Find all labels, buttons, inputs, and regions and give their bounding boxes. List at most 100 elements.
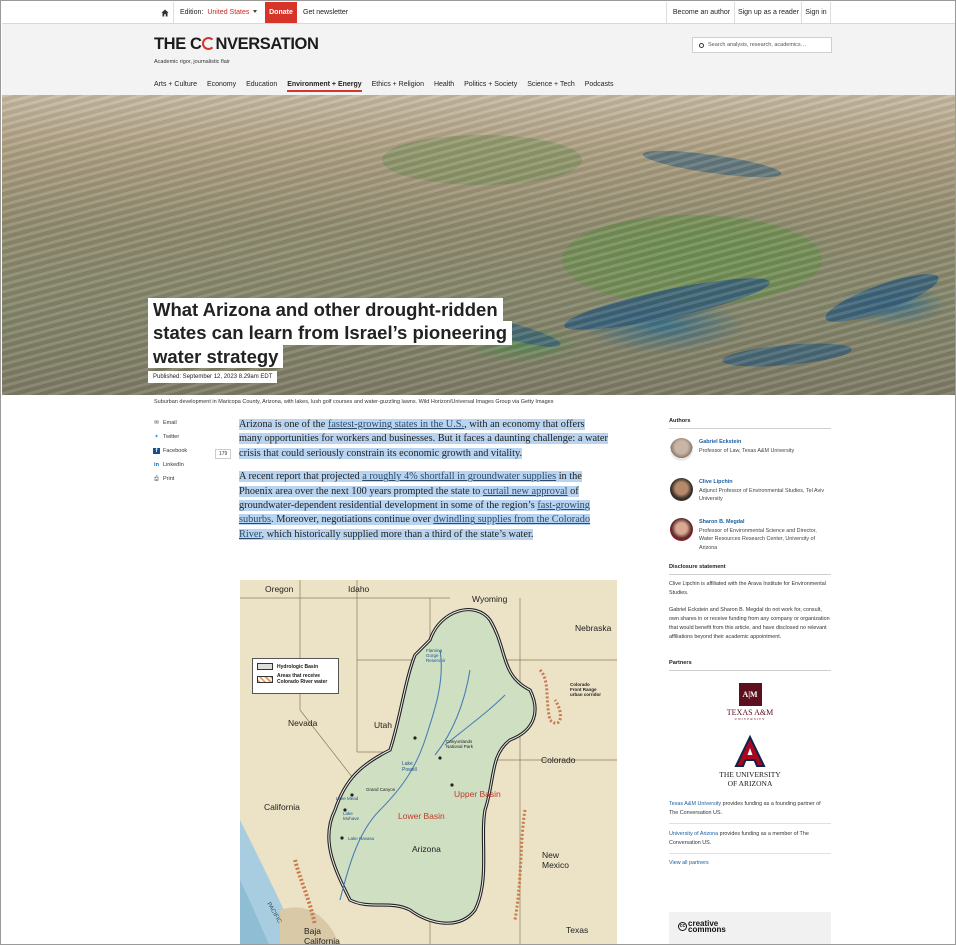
edition-value: United States [207, 9, 250, 16]
texas-am-logo[interactable]: A|M TEXAS A&M UNIVERSITY [669, 683, 831, 721]
map-label-arizona: Arizona [412, 844, 441, 854]
partner-link-arizona[interactable]: University of Arizona [669, 831, 718, 837]
legend-service-swatch [257, 675, 273, 683]
logo-speech-bubble-icon [202, 37, 216, 50]
sign-in-link[interactable]: Sign in [801, 2, 831, 23]
link-groundwater-shortfall[interactable]: a roughly 4% shortfall in groundwater su… [362, 471, 556, 482]
map-legend: Hydrologic Basin Areas that receive Colo… [252, 658, 339, 694]
university-of-arizona-logo[interactable]: THE UNIVERSITY OF ARIZONA [669, 734, 831, 788]
view-all-partners-link[interactable]: View all partners [669, 860, 831, 866]
share-email[interactable]: ✉ Email [153, 420, 177, 426]
texas-am-mark: A|M [738, 683, 762, 706]
creative-commons-text: creative commons [688, 920, 726, 934]
newsletter-link[interactable]: Get newsletter [303, 9, 348, 16]
author-card[interactable]: Sharon B. Megdal Professor of Environmen… [669, 516, 831, 562]
map-label-new-mexico: New Mexico [542, 850, 569, 870]
paragraph: A recent report that projected a roughly… [239, 470, 609, 542]
disclosure-statement: Clive Lipchin is affiliated with the Ara… [669, 580, 831, 642]
site-header: THE C NVERSATION Academic rigor, journali… [2, 24, 955, 95]
share-linkedin-label: LinkedIn [163, 462, 184, 468]
author-name: Clive Lipchin [699, 479, 733, 485]
map-label-front-range: Colorado Front Range urban corridor [570, 682, 602, 697]
title-line-2: states can learn from Israel’s pioneerin… [148, 321, 513, 345]
author-role: Adjunct Professor of Environmental Studi… [699, 488, 825, 503]
home-button[interactable] [156, 2, 174, 23]
map-label-baja: Baja California [304, 926, 340, 945]
title-line-3: water strategy [148, 344, 284, 369]
author-card[interactable]: Clive Lipchin Adjunct Professor of Envir… [669, 476, 831, 512]
facebook-icon: f [153, 448, 160, 454]
search-placeholder: Search analysis, research, academics… [708, 42, 807, 48]
colorado-basin-map: Hydrologic Basin Areas that receive Colo… [240, 580, 617, 945]
nav-politics-society[interactable]: Politics + Society [464, 81, 517, 88]
map-label-texas: Texas [566, 925, 589, 935]
edition-selector[interactable]: Edition: United States [180, 9, 258, 16]
nav-arts-culture[interactable]: Arts + Culture [154, 81, 197, 88]
share-linkedin[interactable]: in LinkedIn [153, 462, 184, 468]
author-name: Sharon B. Megdal [699, 519, 745, 525]
creative-commons-badge[interactable]: cc creative commons [669, 912, 831, 944]
home-icon [160, 9, 169, 16]
map-label-utah: Utah [374, 720, 392, 730]
share-print[interactable]: ⎙ Print [153, 476, 174, 483]
author-role: Professor of Law, Texas A&M University [699, 448, 795, 454]
article-body: Arizona is one of the fastest-growing st… [239, 418, 609, 551]
author-role: Professor of Environmental Science and D… [699, 528, 817, 551]
map-label-lake-mead: Lake Mead [336, 796, 359, 801]
link-curtail-approval[interactable]: curtail new approval [483, 486, 568, 497]
email-icon: ✉ [154, 420, 159, 426]
creative-commons-icon: cc [678, 922, 687, 931]
sidebar: Authors Gabriel Eckstein Professor of La… [669, 418, 831, 866]
nav-environment-energy[interactable]: Environment + Energy [287, 81, 362, 92]
avatar [670, 518, 693, 541]
map-label-canyonlands: Canyonlands National Park [446, 739, 474, 749]
texas-am-sub: UNIVERSITY [734, 717, 766, 721]
partner-link-tamu[interactable]: Texas A&M University [669, 801, 721, 807]
nav-science-tech[interactable]: Science + Tech [527, 81, 575, 88]
map-label-wyoming: Wyoming [472, 594, 508, 604]
sign-up-link[interactable]: Sign up as a reader [734, 2, 802, 23]
university-of-arizona-line2: OF ARIZONA [727, 778, 773, 788]
link-fastest-growing[interactable]: fastest-growing states in the U.S. [328, 419, 464, 430]
map-label-flaming-gorge: Flaming Gorge Reservoir [426, 648, 446, 663]
text-run: . Moreover, negotiations continue over [271, 514, 434, 526]
linkedin-icon: in [154, 462, 159, 468]
site-tagline: Academic rigor, journalistic flair [154, 59, 230, 65]
author-card[interactable]: Gabriel Eckstein Professor of Law, Texas… [669, 436, 831, 472]
print-icon: ⎙ [154, 476, 159, 482]
become-author-link[interactable]: Become an author [666, 2, 736, 23]
legend-service-label: Areas that receive Colorado River water [277, 673, 328, 685]
map-label-upper-basin: Upper Basin [454, 789, 501, 799]
legend-basin-label: Hydrologic Basin [277, 663, 319, 670]
site-logo[interactable]: THE C NVERSATION [154, 35, 319, 54]
section-nav: Arts + Culture Economy Education Environ… [154, 81, 621, 92]
search-icon [699, 42, 704, 48]
partner-note: University of Arizona provides funding a… [669, 830, 831, 855]
share-facebook-label: Facebook [163, 448, 188, 454]
map-label-idaho: Idaho [348, 584, 370, 594]
text-run: A recent report that projected [239, 471, 363, 483]
title-line-1: What Arizona and other drought-ridden [148, 298, 503, 322]
disclosure-heading: Disclosure statement [669, 564, 831, 575]
nav-economy[interactable]: Economy [207, 81, 236, 88]
share-print-label: Print [163, 476, 175, 482]
edition-label: Edition: [180, 9, 204, 16]
search-input[interactable]: Search analysis, research, academics… [692, 37, 832, 53]
cc-line-2: commons [688, 925, 726, 934]
share-twitter[interactable]: ✦ Twitter [153, 434, 179, 440]
map-label-lake-havasu: Lake Havasu [348, 836, 375, 841]
nav-health[interactable]: Health [434, 81, 454, 88]
author-name: Gabriel Eckstein [699, 439, 742, 445]
map-label-nebraska: Nebraska [575, 623, 612, 633]
logo-text-start: THE C [154, 35, 202, 53]
legend-basin-swatch [257, 663, 273, 670]
nav-education[interactable]: Education [246, 81, 277, 88]
published-date: Published: September 12, 2023 8.29am EDT [148, 371, 278, 383]
disclosure-text: Clive Lipchin is affiliated with the Ara… [669, 581, 826, 596]
nav-podcasts[interactable]: Podcasts [585, 81, 614, 88]
nav-ethics-religion[interactable]: Ethics + Religion [372, 81, 424, 88]
map-label-grand-canyon: Grand Canyon [366, 787, 396, 792]
donate-button[interactable]: Donate [265, 2, 297, 23]
share-facebook[interactable]: f Facebook [153, 448, 187, 454]
article-title: What Arizona and other drought-ridden st… [148, 298, 513, 369]
